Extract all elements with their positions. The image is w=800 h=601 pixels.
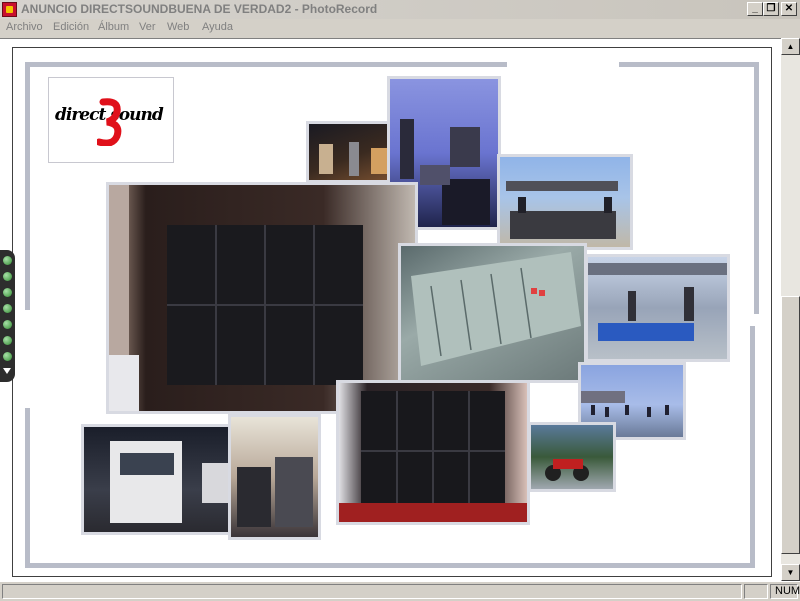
photo-truck-image <box>110 441 228 523</box>
minimize-button[interactable]: _ <box>747 2 763 16</box>
frame-left-top <box>25 62 30 310</box>
photo-mixing-console[interactable] <box>398 243 587 383</box>
photo-outdoor-stage-image <box>506 181 618 239</box>
scroll-up-button[interactable]: ▲ <box>781 38 800 55</box>
photo-motorcycles-image <box>545 459 589 481</box>
photo-penedes-stage-image <box>588 263 727 341</box>
photo-penedes-stage[interactable] <box>585 254 730 362</box>
status-cell-blank <box>744 584 768 599</box>
photo-truck-interior[interactable] <box>228 414 321 540</box>
status-bar: NUM <box>0 581 800 601</box>
restore-button[interactable]: ❐ <box>763 2 779 16</box>
window-title: ANUNCIO DIRECTSOUNDBUENA DE VERDAD2 - Ph… <box>21 2 378 16</box>
frame-right-top <box>754 62 759 314</box>
nav-dot-icon[interactable] <box>3 336 12 345</box>
status-message <box>2 584 742 599</box>
photo-mixing-console-image <box>411 252 581 366</box>
app-icon[interactable] <box>2 2 17 17</box>
vertical-scrollbar[interactable]: ▲ ▼ <box>781 38 800 581</box>
frame-left-bottom <box>25 408 30 568</box>
menu-edicion[interactable]: Edición <box>53 21 89 33</box>
menu-ayuda[interactable]: Ayuda <box>202 21 233 33</box>
menu-ver[interactable]: Ver <box>139 21 156 33</box>
scroll-thumb[interactable] <box>781 296 800 554</box>
photo-truck-interior-image <box>237 457 313 527</box>
title-bar: ANUNCIO DIRECTSOUNDBUENA DE VERDAD2 - Ph… <box>0 0 800 20</box>
scroll-down-button[interactable]: ▼ <box>781 564 800 581</box>
nav-dot-icon[interactable] <box>3 352 12 361</box>
photo-motorcycles[interactable] <box>528 422 616 492</box>
nav-dot-icon[interactable] <box>3 304 12 313</box>
nav-dot-icon[interactable] <box>3 256 12 265</box>
direct-sound-logo[interactable]: direct sound <box>48 77 174 163</box>
photo-night-stage[interactable] <box>306 121 400 183</box>
photo-truck[interactable] <box>81 424 231 535</box>
frame-right-bottom <box>750 326 755 568</box>
nav-dot-icon[interactable] <box>3 272 12 281</box>
menu-album[interactable]: Álbum <box>98 21 129 33</box>
side-navigation-handle[interactable] <box>0 250 15 382</box>
nav-dot-icon[interactable] <box>3 288 12 297</box>
num-lock-indicator: NUM <box>770 584 800 599</box>
frame-top-right <box>619 62 759 67</box>
photo-outdoor-stage[interactable] <box>497 154 633 250</box>
photo-speaker-stack-medium-image <box>339 391 527 522</box>
photo-speaker-stack-medium[interactable] <box>336 380 530 525</box>
logo-red-mark-icon <box>97 98 122 146</box>
menu-archivo[interactable]: Archivo <box>6 21 43 33</box>
menu-bar: Archivo Edición Álbum Ver Web Ayuda <box>0 19 800 38</box>
close-button[interactable]: ✕ <box>781 2 797 16</box>
frame-top-left <box>25 62 507 67</box>
menu-web[interactable]: Web <box>167 21 189 33</box>
photo-night-stage-image <box>319 142 387 176</box>
nav-dot-icon[interactable] <box>3 320 12 329</box>
collapse-arrow-icon[interactable] <box>3 368 11 374</box>
frame-bottom <box>25 563 755 568</box>
photo-speaker-stack-large-image <box>109 185 363 411</box>
